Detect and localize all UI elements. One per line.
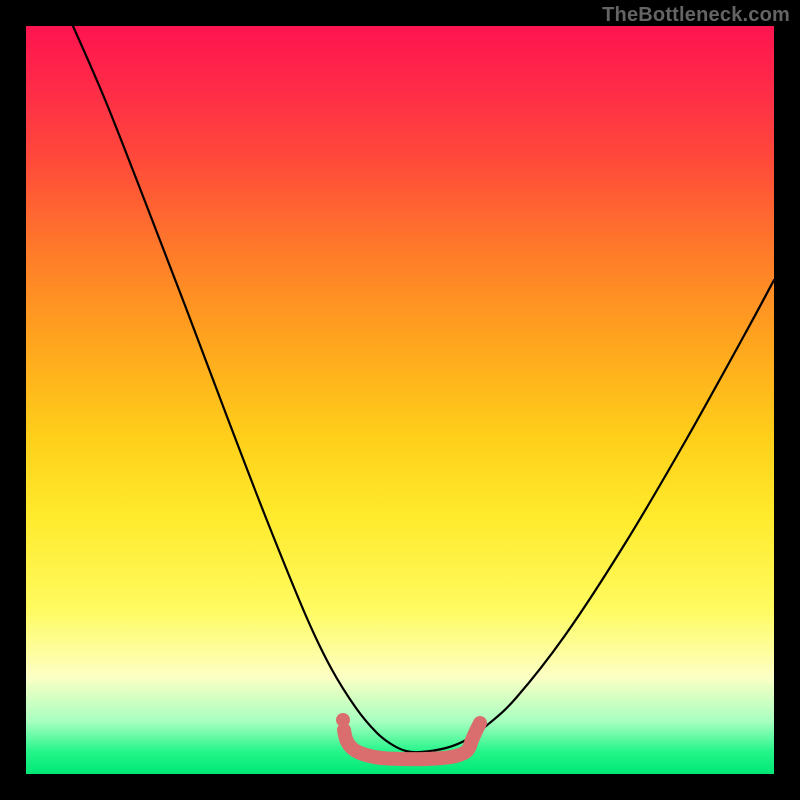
highlight-cap-left xyxy=(336,713,350,727)
highlight-trough xyxy=(344,723,480,759)
watermark-text: TheBottleneck.com xyxy=(602,4,790,27)
bottleneck-curve xyxy=(73,26,774,752)
chart-overlay-svg xyxy=(26,26,774,774)
